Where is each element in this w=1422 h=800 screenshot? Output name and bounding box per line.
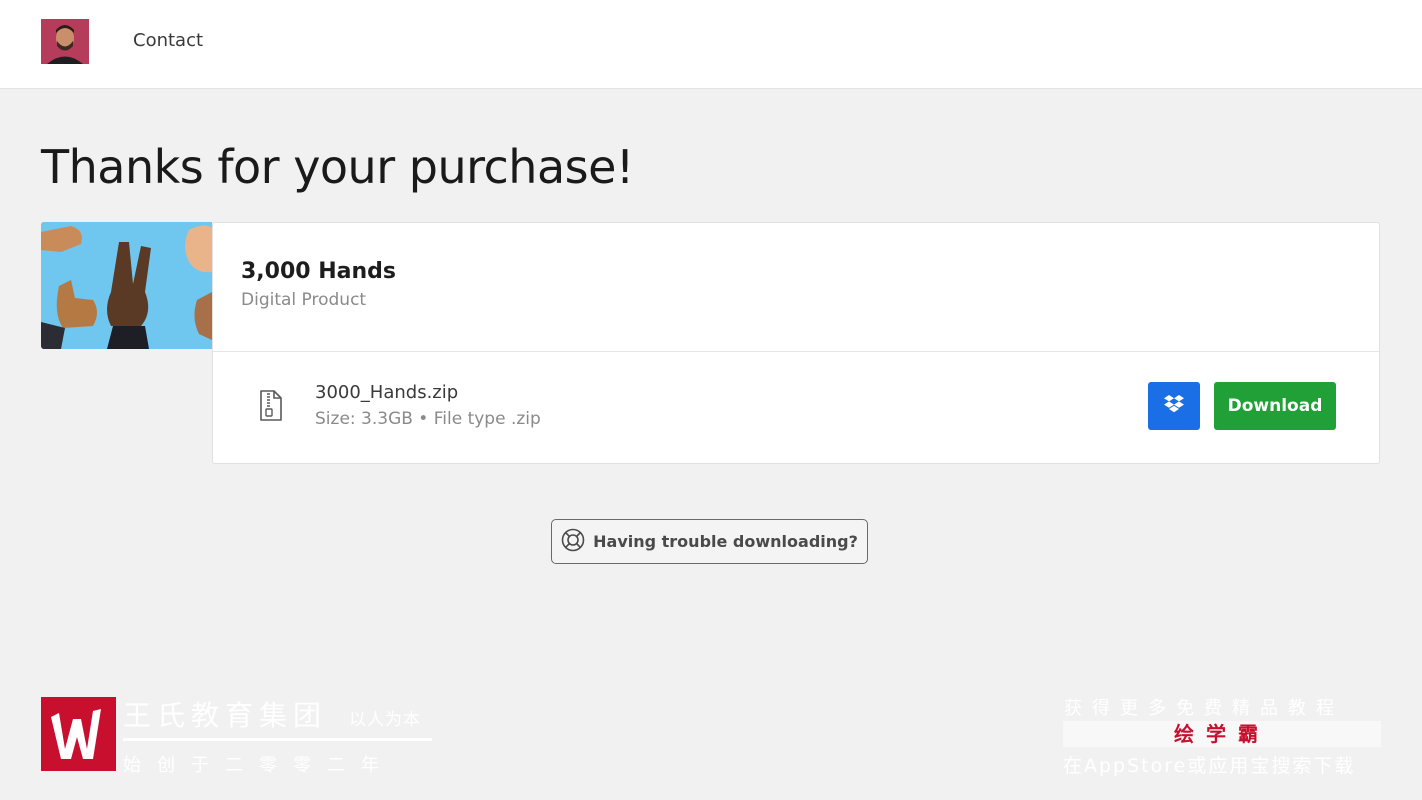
watermark-slogan: 以人为本 (349, 710, 421, 730)
product-type: Digital Product (241, 290, 367, 310)
watermark-right-line3: 在AppStore或应用宝搜索下载 (1063, 755, 1356, 777)
dropbox-icon (1163, 394, 1185, 418)
trouble-downloading-button[interactable]: Having trouble downloading? (551, 519, 868, 564)
zip-file-icon (258, 390, 284, 422)
watermark-right-line2: 绘学霸 (1174, 722, 1270, 746)
download-button[interactable]: Download (1214, 382, 1336, 430)
trouble-downloading-label: Having trouble downloading? (593, 532, 858, 551)
product-name: 3,000 Hands (241, 259, 397, 284)
page-title: Thanks for your purchase! (41, 140, 634, 194)
watermark-logo (41, 697, 116, 771)
avatar[interactable] (41, 19, 89, 64)
file-name: 3000_Hands.zip (315, 382, 459, 403)
watermark-right-line1: 获得更多免费精品教程 (1064, 698, 1344, 719)
save-to-dropbox-button[interactable] (1148, 382, 1200, 430)
lifebuoy-icon (561, 528, 585, 556)
file-meta: Size: 3.3GB • File type .zip (315, 409, 541, 429)
watermark-name: 王氏教育集团 (123, 699, 328, 732)
watermark-subtitle: 始创于二零零二年 (123, 755, 395, 776)
watermark-divider (123, 738, 432, 741)
card-divider (213, 351, 1379, 352)
contact-link[interactable]: Contact (133, 30, 203, 51)
product-thumbnail (41, 222, 212, 349)
top-nav-bar: Contact (0, 0, 1422, 89)
purchase-card: 3,000 Hands Digital Product 3000_Hands.z… (212, 222, 1380, 464)
